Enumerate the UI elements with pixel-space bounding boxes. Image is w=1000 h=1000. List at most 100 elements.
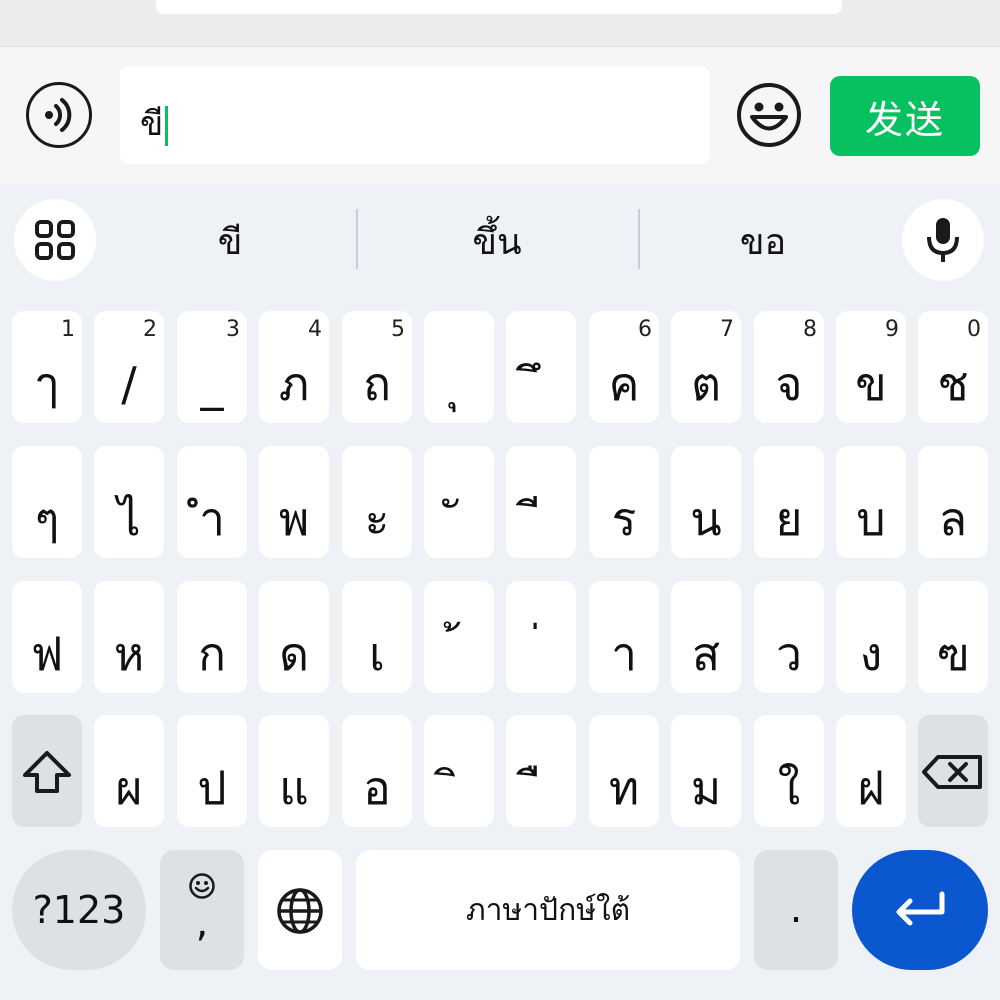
key[interactable]: น bbox=[671, 446, 741, 558]
key-label: บ bbox=[856, 492, 886, 546]
key[interactable]: เ bbox=[342, 581, 412, 693]
backspace-icon bbox=[922, 755, 982, 789]
key[interactable]: ป bbox=[177, 715, 247, 827]
suggestion-bar: ขี ขึ้น ขอ bbox=[0, 183, 1000, 303]
keyboard-menu-button[interactable] bbox=[14, 199, 96, 281]
key[interactable]: พ bbox=[259, 446, 329, 558]
key[interactable]: ไ bbox=[94, 446, 164, 558]
key[interactable]: ั bbox=[424, 446, 494, 558]
key-label: ื bbox=[506, 765, 576, 811]
key[interactable]: ค6 bbox=[589, 311, 659, 423]
key[interactable]: ้ bbox=[424, 581, 494, 693]
emoji-small-icon bbox=[189, 873, 215, 899]
key-label: ใ bbox=[777, 761, 801, 815]
key-label: เ bbox=[369, 627, 385, 681]
symbols-key[interactable]: ?123 bbox=[12, 850, 146, 970]
key[interactable]: ื bbox=[506, 715, 576, 827]
key-hint: 9 bbox=[885, 317, 899, 342]
key[interactable]: ึ bbox=[506, 311, 576, 423]
key[interactable]: ห bbox=[94, 581, 164, 693]
key[interactable]: /2 bbox=[94, 311, 164, 423]
key[interactable]: ิ bbox=[424, 715, 494, 827]
smiley-icon bbox=[737, 83, 801, 147]
key[interactable]: ง bbox=[836, 581, 906, 693]
key[interactable]: ฃ bbox=[918, 581, 988, 693]
voice-icon bbox=[45, 98, 72, 132]
key-label: ร bbox=[611, 492, 637, 546]
key-label: ๅ bbox=[35, 357, 59, 411]
space-key[interactable]: ภาษาปักษ์ใต้ bbox=[356, 850, 740, 970]
key[interactable]: ร bbox=[589, 446, 659, 558]
key[interactable]: ะ bbox=[342, 446, 412, 558]
message-bubble bbox=[156, 0, 842, 14]
shift-key[interactable] bbox=[12, 715, 82, 827]
key[interactable]: ย bbox=[754, 446, 824, 558]
keyboard: ขี ขึ้น ขอ ๅ1/2_3ภ4ถ5ุึค6ต7จ8ข9ช0ๆไำพะัี… bbox=[0, 183, 1000, 1000]
key[interactable]: ฟ bbox=[12, 581, 82, 693]
message-input-value: ขี bbox=[140, 96, 169, 150]
key[interactable]: _ 3 bbox=[177, 311, 247, 423]
key-label: ท bbox=[608, 761, 640, 815]
emoji-button[interactable] bbox=[736, 82, 802, 148]
key-label: ข bbox=[855, 357, 887, 411]
language-key[interactable] bbox=[258, 850, 342, 970]
key-hint: 5 bbox=[391, 317, 405, 342]
comma-key[interactable]: , bbox=[160, 850, 244, 970]
message-input[interactable]: ขี bbox=[120, 66, 710, 164]
key-label: ด bbox=[279, 627, 309, 681]
key[interactable]: ว bbox=[754, 581, 824, 693]
key-label: จ bbox=[775, 357, 803, 411]
key-hint: 1 bbox=[61, 317, 75, 342]
key[interactable]: ด bbox=[259, 581, 329, 693]
key[interactable]: แ bbox=[259, 715, 329, 827]
send-button[interactable]: 发送 bbox=[830, 76, 980, 156]
comma-label: , bbox=[195, 900, 209, 946]
key-label: ไ bbox=[117, 492, 141, 546]
key[interactable]: ภ4 bbox=[259, 311, 329, 423]
mic-button[interactable] bbox=[902, 199, 984, 281]
key[interactable]: ท bbox=[589, 715, 659, 827]
suggestion-3[interactable]: ขอ bbox=[663, 213, 863, 270]
key[interactable]: ำ bbox=[177, 446, 247, 558]
key-label: ฟ bbox=[30, 627, 64, 681]
key[interactable]: ่ bbox=[506, 581, 576, 693]
key-label: ผ bbox=[115, 761, 143, 815]
key[interactable]: ๆ bbox=[12, 446, 82, 558]
key[interactable]: บ bbox=[836, 446, 906, 558]
key[interactable]: ล bbox=[918, 446, 988, 558]
voice-input-button[interactable] bbox=[26, 82, 92, 148]
enter-key[interactable] bbox=[852, 850, 988, 970]
key[interactable]: ี bbox=[506, 446, 576, 558]
key-label: อ bbox=[363, 761, 391, 815]
period-label: . bbox=[789, 886, 803, 932]
suggestion-2[interactable]: ขึ้น bbox=[397, 213, 597, 270]
key[interactable]: ม bbox=[671, 715, 741, 827]
suggestion-divider bbox=[356, 209, 358, 269]
key[interactable]: ถ5 bbox=[342, 311, 412, 423]
key[interactable]: ใ bbox=[754, 715, 824, 827]
microphone-icon bbox=[927, 218, 959, 262]
key[interactable]: ุ bbox=[424, 311, 494, 423]
suggestion-1[interactable]: ขี bbox=[130, 213, 330, 270]
key-label: ภ bbox=[278, 357, 310, 411]
key-label: แ bbox=[279, 761, 309, 815]
key[interactable]: า bbox=[589, 581, 659, 693]
key[interactable]: ส bbox=[671, 581, 741, 693]
key[interactable]: ข9 bbox=[836, 311, 906, 423]
key[interactable]: ฝ bbox=[836, 715, 906, 827]
key[interactable]: ๅ1 bbox=[12, 311, 82, 423]
backspace-key[interactable] bbox=[918, 715, 988, 827]
period-key[interactable]: . bbox=[754, 850, 838, 970]
key[interactable]: ช0 bbox=[918, 311, 988, 423]
key-label: ๆ bbox=[34, 492, 60, 546]
key-label: ง bbox=[859, 627, 883, 681]
grid-icon bbox=[35, 220, 75, 260]
key-label: น bbox=[690, 492, 722, 546]
key[interactable]: จ8 bbox=[754, 311, 824, 423]
key[interactable]: ก bbox=[177, 581, 247, 693]
key-label: ช bbox=[937, 357, 969, 411]
key[interactable]: ต7 bbox=[671, 311, 741, 423]
key[interactable]: อ bbox=[342, 715, 412, 827]
key[interactable]: ผ bbox=[94, 715, 164, 827]
text-caret bbox=[165, 105, 169, 146]
